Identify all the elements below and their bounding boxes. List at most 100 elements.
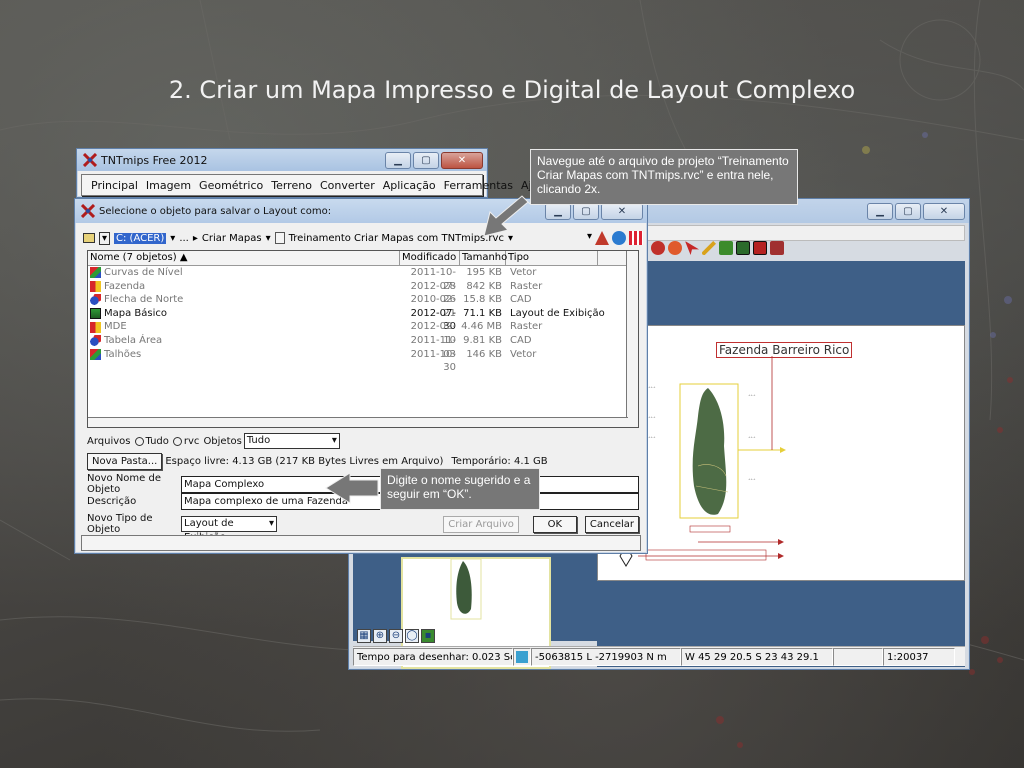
zoom-out-icon[interactable]: ⊖ [389,629,403,643]
minimize-icon[interactable]: ▁ [867,202,893,220]
rvc-radio[interactable] [172,436,182,446]
list-item[interactable]: Mapa Básico 2012-07-30 71.1 KB Layout de Ex… [88,307,638,333]
folder-icon[interactable] [83,233,95,243]
list-item[interactable]: Flecha de Norte 2010-02-21 15.8 KB CAD [88,293,638,319]
new-type-select[interactable]: Layout de Exibição ▾ [181,516,277,543]
chevron-down-icon[interactable]: ▾ [266,233,271,244]
list-item[interactable]: Curvas de Nível 2011-10-28 195 KB Vetor [88,266,638,292]
menu-principal[interactable]: Principal [87,179,142,192]
list-item[interactable]: MDE 2012-02-10 4.46 MB Raster [88,320,638,346]
object-list[interactable]: Nome (7 objetos) ▲ Modificado Tamanho Ti… [87,250,639,428]
maximize-icon[interactable]: ▢ [573,202,599,220]
list-item[interactable]: Tabela Área 2011-11-03 9.81 KB CAD [88,334,638,360]
rvc-label: rvc [183,435,200,447]
close-icon[interactable]: ✕ [923,202,965,220]
objects-select-value: Tudo [246,435,271,446]
column-type[interactable]: Tipo [506,251,598,265]
find-icon[interactable] [595,231,609,245]
cancel-button[interactable]: Cancelar [584,515,639,533]
svg-text:+++: +++ [748,393,756,397]
coordinate-icon[interactable] [513,647,531,666]
close-icon[interactable]: ✕ [441,151,483,169]
minimize-icon[interactable]: ▁ [545,202,571,220]
list-item[interactable]: Fazenda 2012-07-26 842 KB Raster [88,280,638,306]
svg-text:+++: +++ [648,435,656,439]
main-menubar: Principal Imagem Geométrico Terreno Conv… [81,174,552,196]
menu-imagem[interactable]: Imagem [142,179,195,192]
layers-icon[interactable]: ▪ [421,629,435,643]
list-item-name: MDE [104,321,127,333]
list-item-name-cell: Talhões [88,348,400,362]
objects-select[interactable]: Tudo ▾ [243,433,340,449]
list-item-size: 15.8 KB [463,294,502,306]
edit-tool-icon[interactable] [719,241,733,255]
horizontal-scrollbar[interactable] [88,417,628,427]
maximize-icon[interactable]: ▢ [413,151,439,169]
pointer-icon[interactable] [685,241,699,255]
cad-icon [90,294,101,306]
path-history-dropdown[interactable]: ▾ [587,231,592,245]
crumb-ellipsis[interactable]: ... [179,233,189,244]
list-item[interactable]: Talhões 2011-10-30 146 KB Vetor [88,348,638,374]
fit-view-icon[interactable]: ▦ [357,629,371,643]
menu-converter[interactable]: Converter [316,179,379,192]
layer-icon[interactable] [736,241,750,255]
list-item-name: Fazenda [104,280,146,292]
column-size[interactable]: Tamanho [460,251,507,265]
list-item-type: CAD [510,294,532,306]
list-item-type: Layout de Exibição [510,307,605,319]
zoom-icon[interactable] [668,241,682,255]
list-item-date: 2012-07-30 [410,307,456,333]
free-space: Espaço livre: 4.13 GB (217 KB Bytes Livr… [165,456,444,467]
ok-button[interactable]: OK [532,515,577,533]
path-dropdown-arrow[interactable]: ▾ [99,231,111,245]
refresh-icon[interactable] [612,231,626,245]
all-radio[interactable] [134,436,144,446]
files-label: Arquivos [87,435,131,447]
vertical-scrollbar[interactable] [626,251,638,427]
list-item-date: 2011-10-30 [410,348,456,374]
dialog-title: Selecione o objeto para salvar o Layout … [99,205,332,217]
layout-page[interactable]: Fazenda Barreiro Rico +++ +++ +++ +++ +++ ++… [597,325,965,581]
list-item-name-cell: Curvas de Nível [88,266,400,280]
list-item-size: 71.1 KB [463,307,502,319]
chevron-down-icon[interactable]: ▾ [170,233,175,244]
save-layout-dialog[interactable]: Selecione o objeto para salvar o Layout … [74,198,648,554]
new-folder-button[interactable]: Nova Pasta... [87,453,163,470]
temp-space: Temporário: 4.1 GB [451,456,548,467]
zoom-toolbar: ▦ ⊕ ⊖ ◯ ▪ [357,629,435,643]
list-item-name: Mapa Básico [104,307,168,319]
new-name-label: Novo Nome de Objeto [87,473,161,495]
list-item-date: 2012-07-26 [410,280,456,306]
list-rows: Curvas de Nível 2011-10-28 195 KB Vetor Faze… [88,266,638,374]
new-type-row: Novo Tipo de Objeto Layout de Exibição▾ … [87,513,639,543]
navigate-callout: Navegue até o arquivo de projeto “Treina… [530,149,798,205]
tntmips-main-window[interactable]: TNTmips Free 2012 ▁ ▢ ✕ Principal Imagem… [76,148,552,198]
svg-text:+++: +++ [748,477,756,481]
zoom-in-icon[interactable]: ⊕ [373,629,387,643]
crumb-project[interactable]: Treinamento Criar Mapas com TNTmips.rvc [289,233,504,244]
menu-geometrico[interactable]: Geométrico [195,179,267,192]
properties-icon[interactable] [753,241,767,255]
menu-terreno[interactable]: Terreno [267,179,316,192]
close-icon[interactable]: ✕ [601,202,643,220]
new-type-select-value: Layout de Exibição [184,518,234,543]
crumb-folder[interactable]: Criar Mapas [202,233,262,244]
group-icon[interactable] [770,241,784,255]
chevron-down-icon[interactable]: ▾ [508,233,513,244]
pencil-icon[interactable] [702,241,716,255]
list-item-name: Talhões [104,348,142,360]
menu-aplicacao[interactable]: Aplicação [379,179,440,192]
menu-ferramentas[interactable]: Ferramentas [440,179,517,192]
minimize-icon[interactable]: ▁ [385,151,411,169]
stop-icon[interactable] [651,241,665,255]
magnifier-icon[interactable]: ◯ [405,629,419,643]
maximize-icon[interactable]: ▢ [895,202,921,220]
crumb-drive[interactable]: C: (ACER) [114,232,167,244]
column-modified[interactable]: Modificado [400,251,460,265]
create-file-button[interactable]: Criar Arquivo [443,515,519,533]
column-name[interactable]: Nome (7 objetos) ▲ [88,251,400,265]
list-item-size: 146 KB [466,348,502,360]
view-grid-icon[interactable] [629,231,643,245]
main-window-titlebar[interactable]: TNTmips Free 2012 ▁ ▢ ✕ [77,149,487,171]
